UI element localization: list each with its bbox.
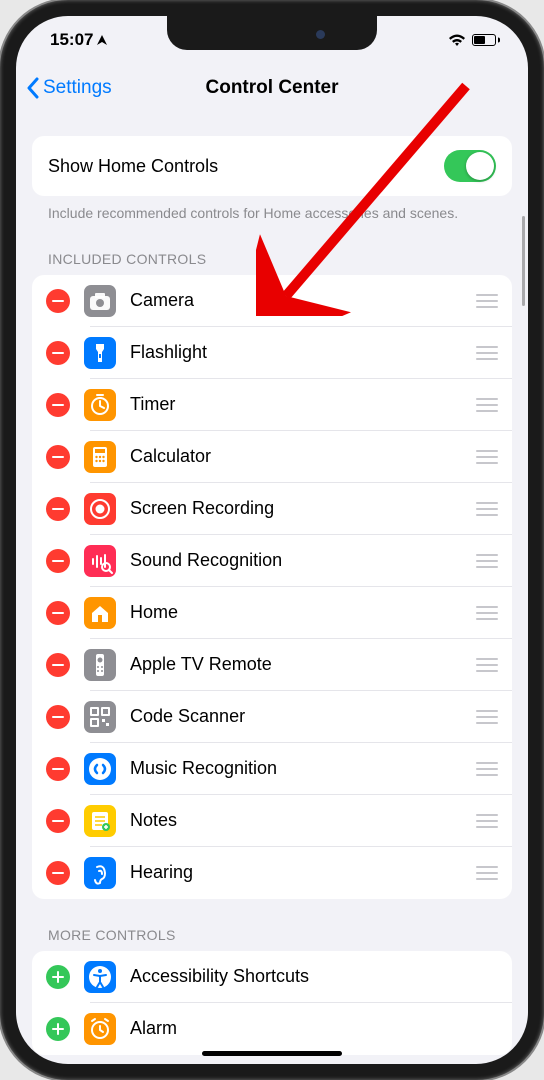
remove-button[interactable]: [46, 861, 70, 885]
row-label: Notes: [130, 810, 462, 831]
ear-icon: [84, 857, 116, 889]
included-list: Camera Flashlight Timer Calculator Screen Re…: [32, 275, 512, 899]
home-icon: [84, 597, 116, 629]
list-row-calculator: Calculator: [32, 431, 512, 483]
row-label: Flashlight: [130, 342, 462, 363]
remove-button[interactable]: [46, 341, 70, 365]
tvremote-icon: [84, 649, 116, 681]
flashlight-icon: [84, 337, 116, 369]
drag-handle[interactable]: [476, 502, 498, 516]
battery-icon: [472, 33, 500, 47]
content: Show Home Controls Include recommended c…: [16, 112, 528, 1064]
remove-button[interactable]: [46, 809, 70, 833]
row-label: Accessibility Shortcuts: [130, 966, 498, 987]
qr-icon: [84, 701, 116, 733]
drag-handle[interactable]: [476, 554, 498, 568]
list-row-flashlight: Flashlight: [32, 327, 512, 379]
drag-handle[interactable]: [476, 762, 498, 776]
wifi-icon: [448, 33, 466, 47]
row-label: Home: [130, 602, 462, 623]
drag-handle[interactable]: [476, 866, 498, 880]
list-row-accessibility: Accessibility Shortcuts: [32, 951, 512, 1003]
list-row-sound: Sound Recognition: [32, 535, 512, 587]
drag-handle[interactable]: [476, 814, 498, 828]
drag-handle[interactable]: [476, 710, 498, 724]
sound-icon: [84, 545, 116, 577]
phone-frame: 15:07 Settings Control Center Show H: [0, 0, 544, 1080]
shazam-icon: [84, 753, 116, 785]
list-row-record: Screen Recording: [32, 483, 512, 535]
back-label: Settings: [43, 77, 112, 99]
remove-button[interactable]: [46, 549, 70, 573]
remove-button[interactable]: [46, 289, 70, 313]
notch: [167, 16, 377, 50]
remove-button[interactable]: [46, 445, 70, 469]
location-icon: [96, 34, 108, 46]
screen: 15:07 Settings Control Center Show H: [16, 16, 528, 1064]
back-button[interactable]: Settings: [26, 77, 112, 99]
drag-handle[interactable]: [476, 398, 498, 412]
drag-handle[interactable]: [476, 346, 498, 360]
list-row-alarm: Alarm: [32, 1003, 512, 1055]
timer-icon: [84, 389, 116, 421]
home-controls-label: Show Home Controls: [48, 156, 218, 177]
drag-handle[interactable]: [476, 606, 498, 620]
remove-button[interactable]: [46, 653, 70, 677]
row-label: Calculator: [130, 446, 462, 467]
page-title: Control Center: [206, 77, 339, 99]
home-indicator[interactable]: [202, 1051, 342, 1056]
list-row-shazam: Music Recognition: [32, 743, 512, 795]
list-row-tvremote: Apple TV Remote: [32, 639, 512, 691]
row-label: Code Scanner: [130, 706, 462, 727]
remove-button[interactable]: [46, 497, 70, 521]
list-row-camera: Camera: [32, 275, 512, 327]
row-label: Music Recognition: [130, 758, 462, 779]
more-header: MORE CONTROLS: [32, 899, 512, 951]
remove-button[interactable]: [46, 757, 70, 781]
calculator-icon: [84, 441, 116, 473]
list-row-qr: Code Scanner: [32, 691, 512, 743]
remove-button[interactable]: [46, 393, 70, 417]
home-controls-help: Include recommended controls for Home ac…: [32, 196, 512, 223]
remove-button[interactable]: [46, 601, 70, 625]
list-row-notes: Notes: [32, 795, 512, 847]
add-button[interactable]: [46, 1017, 70, 1041]
row-label: Camera: [130, 290, 462, 311]
row-label: Sound Recognition: [130, 550, 462, 571]
drag-handle[interactable]: [476, 450, 498, 464]
alarm-icon: [84, 1013, 116, 1045]
row-label: Alarm: [130, 1018, 498, 1039]
list-row-ear: Hearing: [32, 847, 512, 899]
nav-bar: Settings Control Center: [16, 64, 528, 112]
home-controls-toggle[interactable]: [444, 150, 496, 182]
record-icon: [84, 493, 116, 525]
drag-handle[interactable]: [476, 658, 498, 672]
remove-button[interactable]: [46, 705, 70, 729]
row-label: Apple TV Remote: [130, 654, 462, 675]
more-list: Accessibility Shortcuts Alarm: [32, 951, 512, 1055]
status-time: 15:07: [50, 30, 93, 50]
included-header: INCLUDED CONTROLS: [32, 223, 512, 275]
accessibility-icon: [84, 961, 116, 993]
camera-icon: [84, 285, 116, 317]
chevron-left-icon: [26, 77, 39, 99]
notes-icon: [84, 805, 116, 837]
row-label: Timer: [130, 394, 462, 415]
add-button[interactable]: [46, 965, 70, 989]
row-label: Screen Recording: [130, 498, 462, 519]
row-label: Hearing: [130, 862, 462, 883]
scroll-indicator[interactable]: [522, 216, 525, 306]
drag-handle[interactable]: [476, 294, 498, 308]
home-controls-row: Show Home Controls: [32, 136, 512, 196]
list-row-home: Home: [32, 587, 512, 639]
list-row-timer: Timer: [32, 379, 512, 431]
